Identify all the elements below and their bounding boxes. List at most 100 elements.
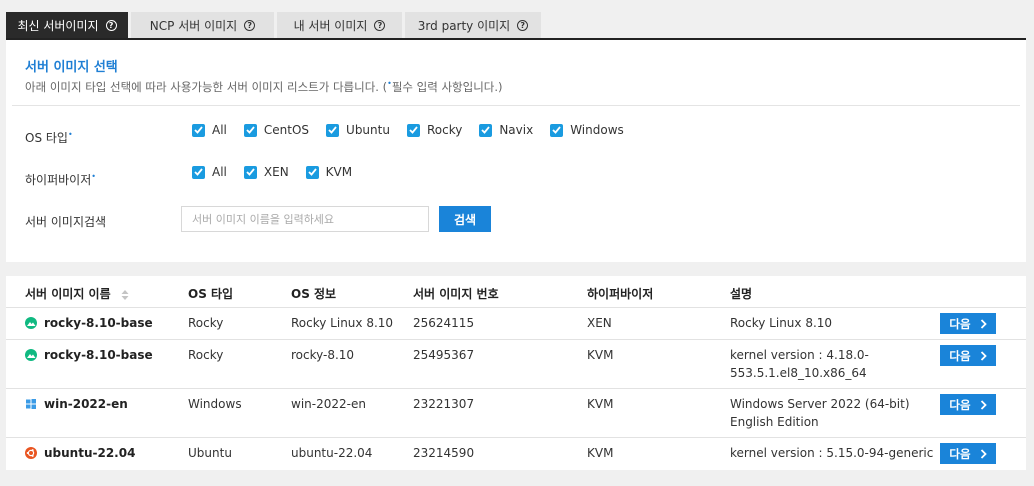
image-name-cell: rocky-8.10-base (25, 314, 153, 332)
required-dot: • (91, 172, 96, 181)
tab-label: NCP 서버 이미지 (149, 19, 238, 33)
hypervisor-cell: KVM (587, 397, 614, 411)
row-divider (6, 339, 1026, 340)
checkbox-checked-icon[interactable] (243, 165, 257, 179)
header-hypervisor: 하이퍼바이저 (587, 287, 654, 301)
tab-label: 3rd party 이미지 (417, 19, 511, 33)
os-type-cell: Rocky (188, 348, 224, 362)
os-checkbox-all[interactable]: All (192, 123, 227, 137)
page: 최신 서버이미지 ? NCP 서버 이미지 ? 내 서버 이미지 ? 3rd p… (0, 0, 1034, 486)
os-info-cell: ubuntu-22.04 (291, 446, 373, 460)
checkbox-checked-icon[interactable] (326, 123, 340, 137)
checkbox-label: Navix (499, 123, 534, 137)
tab-label: 최신 서버이미지 (17, 19, 99, 33)
tab-label: 내 서버 이미지 (293, 19, 368, 33)
windows-icon (26, 399, 36, 409)
hypervisor-cell: KVM (587, 348, 614, 362)
panel-description: 아래 이미지 타입 선택에 따라 사용가능한 서버 이미지 리스트가 다릅니다.… (25, 79, 503, 94)
description-cell: Windows Server 2022 (64-bit) English Edit… (730, 397, 910, 429)
checkbox-label: Ubuntu (346, 123, 390, 137)
hypervisor-checkboxes: All XEN KVM (192, 165, 369, 179)
checkbox-checked-icon[interactable] (192, 165, 205, 179)
header-os-info: OS 정보 (291, 287, 337, 301)
checkbox-label: KVM (325, 165, 353, 179)
os-info-cell: rocky-8.10 (291, 348, 355, 362)
row-divider (6, 388, 1026, 389)
next-button[interactable]: 다음 (940, 313, 996, 334)
checkbox-label: Windows (570, 123, 624, 137)
chevron-right-icon (980, 350, 987, 361)
hypervisor-checkbox-kvm[interactable]: KVM (305, 165, 353, 179)
image-selection-panel: 서버 이미지 선택 아래 이미지 타입 선택에 따라 사용가능한 서버 이미지 … (6, 40, 1026, 262)
row-divider (6, 437, 1026, 438)
search-button[interactable]: 검색 (439, 206, 491, 232)
hypervisor-cell: KVM (587, 446, 614, 460)
os-type-cell: Ubuntu (188, 446, 232, 460)
tab-latest-images[interactable]: 최신 서버이미지 ? (6, 12, 128, 39)
image-number-cell: 23214590 (413, 446, 475, 460)
description-cell: Rocky Linux 8.10 (730, 316, 833, 330)
os-type-cell: Rocky (188, 316, 224, 330)
os-checkbox-navix[interactable]: Navix (479, 123, 533, 137)
chevron-right-icon (980, 318, 987, 329)
checkbox-checked-icon[interactable] (550, 123, 564, 137)
image-number-cell: 25495367 (413, 348, 475, 362)
image-table: 서버 이미지 이름 OS 타입 OS 정보 서버 이미지 번호 하이퍼바이저 설… (6, 276, 1026, 470)
header-image-name[interactable]: 서버 이미지 이름 (25, 285, 129, 302)
os-checkbox-centos[interactable]: CentOS (243, 123, 309, 137)
tab-3rd-party-images[interactable]: 3rd party 이미지 ? (405, 12, 541, 39)
checkbox-checked-icon[interactable] (305, 165, 319, 179)
os-type-label: OS 타입• (25, 130, 73, 145)
search-label: 서버 이미지검색 (25, 215, 107, 229)
os-info-cell: win-2022-en (291, 397, 366, 411)
image-name-cell: ubuntu-22.04 (25, 444, 135, 462)
os-checkbox-ubuntu[interactable]: Ubuntu (326, 123, 390, 137)
tab-my-images[interactable]: 내 서버 이미지 ? (277, 12, 402, 39)
header-image-number: 서버 이미지 번호 (413, 287, 499, 301)
next-button[interactable]: 다음 (940, 443, 996, 464)
checkbox-label: Rocky (426, 123, 463, 137)
rocky-icon (25, 349, 37, 361)
help-icon[interactable]: ? (517, 20, 529, 31)
checkbox-checked-icon[interactable] (192, 123, 205, 137)
image-search-input[interactable] (181, 206, 429, 232)
checkbox-label: All (212, 165, 227, 179)
rocky-icon (25, 317, 37, 329)
divider (12, 105, 1020, 106)
header-divider (6, 307, 1026, 308)
panel-title: 서버 이미지 선택 (25, 60, 118, 75)
header-os-type: OS 타입 (188, 287, 234, 301)
checkbox-checked-icon[interactable] (406, 123, 420, 137)
help-icon[interactable]: ? (244, 20, 256, 31)
next-button[interactable]: 다음 (940, 345, 996, 366)
checkbox-checked-icon[interactable] (243, 123, 257, 137)
os-type-checkboxes: All CentOS Ubuntu Rocky Navix Windows (192, 123, 641, 137)
hypervisor-label: 하이퍼바이저• (25, 172, 96, 187)
ubuntu-icon (25, 447, 37, 459)
chevron-right-icon (980, 399, 987, 410)
hypervisor-checkbox-xen[interactable]: XEN (243, 165, 289, 179)
sort-icon[interactable] (121, 289, 129, 301)
image-tabs: 최신 서버이미지 ? NCP 서버 이미지 ? 내 서버 이미지 ? 3rd p… (6, 12, 541, 39)
image-number-cell: 25624115 (413, 316, 475, 330)
image-name-cell: rocky-8.10-base (25, 346, 153, 364)
os-info-cell: Rocky Linux 8.10 (291, 316, 394, 330)
hypervisor-checkbox-all[interactable]: All (192, 165, 227, 179)
header-description: 설명 (730, 287, 753, 301)
image-name-cell: win-2022-en (25, 395, 128, 413)
os-checkbox-windows[interactable]: Windows (550, 123, 624, 137)
hypervisor-cell: XEN (587, 316, 612, 330)
help-icon[interactable]: ? (374, 20, 386, 31)
chevron-right-icon (980, 448, 987, 459)
description-cell: kernel version : 5.15.0-94-generic (730, 446, 934, 460)
checkbox-label: All (212, 123, 227, 137)
checkbox-label: XEN (263, 165, 289, 179)
required-dot: • (67, 130, 73, 139)
os-checkbox-rocky[interactable]: Rocky (406, 123, 463, 137)
os-type-cell: Windows (188, 397, 242, 411)
tab-ncp-images[interactable]: NCP 서버 이미지 ? (131, 12, 274, 39)
help-icon[interactable]: ? (105, 20, 117, 31)
checkbox-checked-icon[interactable] (479, 123, 493, 137)
next-button[interactable]: 다음 (940, 394, 996, 415)
image-number-cell: 23221307 (413, 397, 475, 411)
